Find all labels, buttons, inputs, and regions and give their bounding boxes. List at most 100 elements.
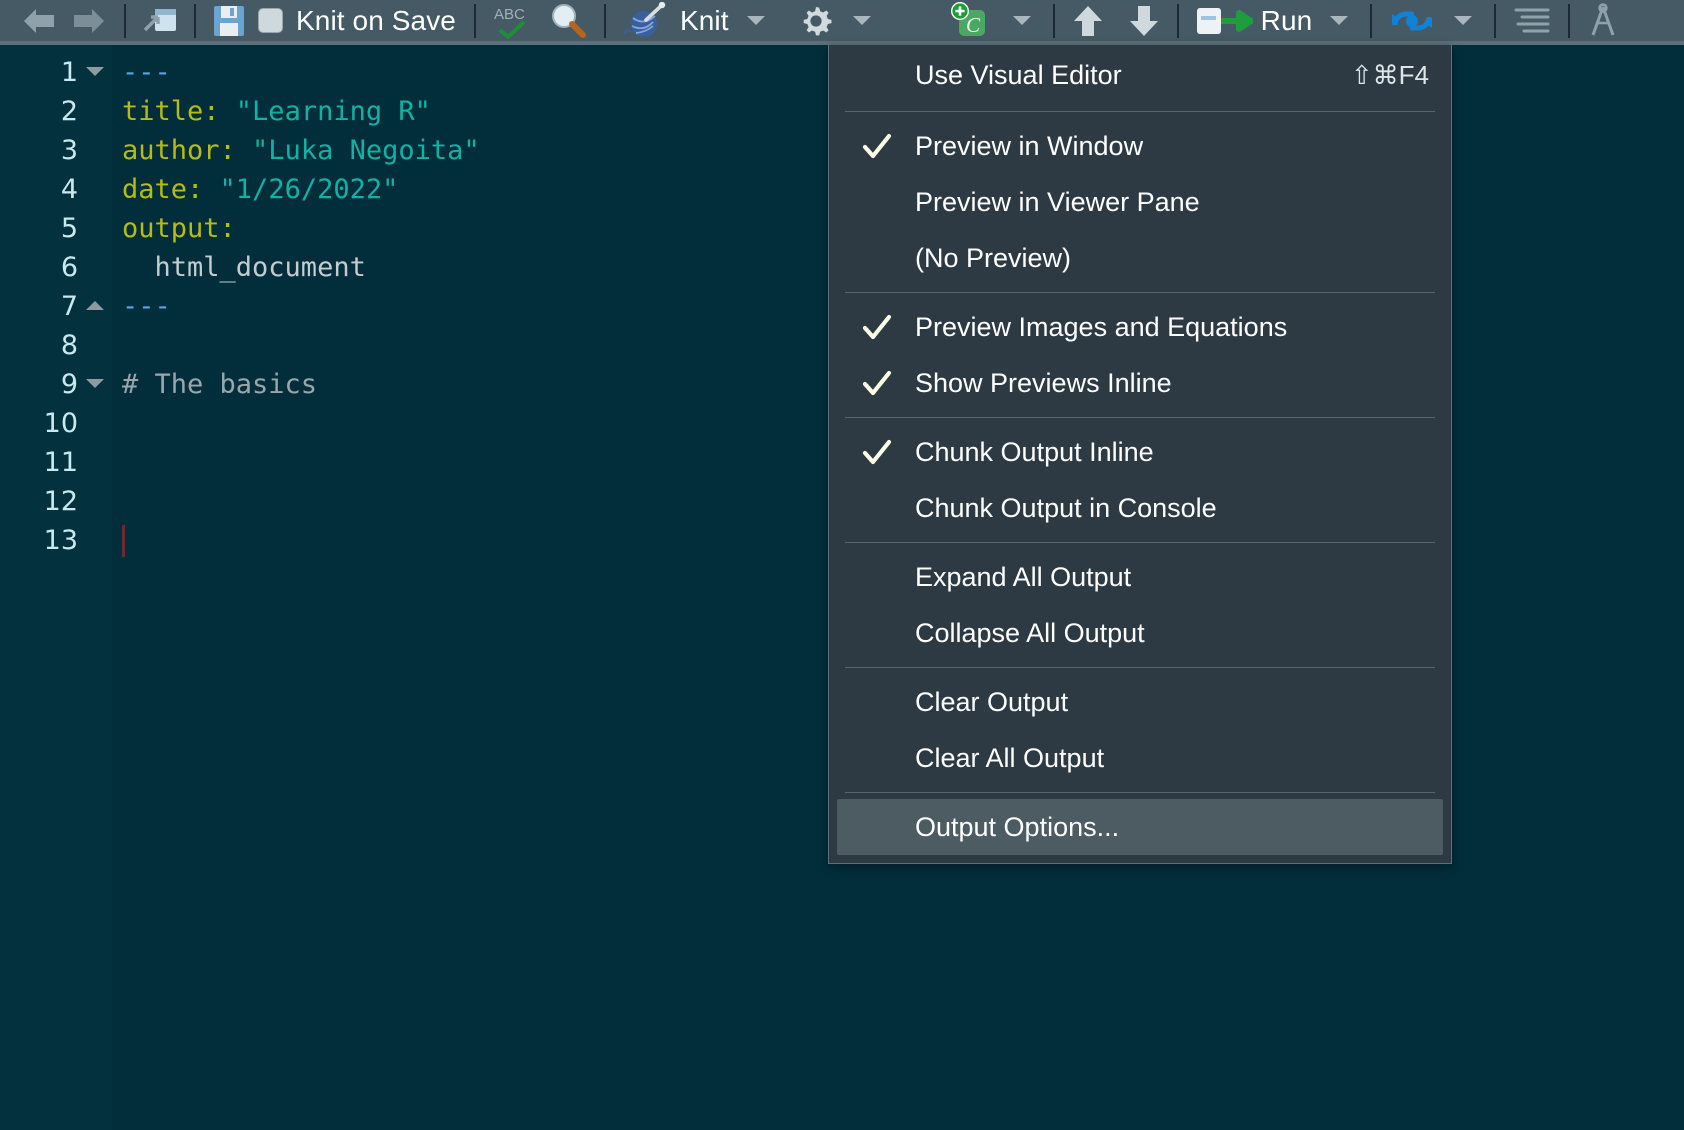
menu-item-output-options[interactable]: Output Options... [837, 799, 1443, 855]
menu-item-label: Collapse All Output [915, 618, 1429, 649]
menu-bottom-padding [829, 855, 1451, 863]
svg-text:C: C [966, 13, 981, 37]
menu-item-label: Preview in Viewer Pane [915, 187, 1429, 218]
menu-item-label: Clear All Output [915, 743, 1429, 774]
next-chunk-button[interactable] [1121, 2, 1167, 40]
abc-spellcheck-icon: ABC [492, 3, 536, 39]
line-number: 2 [0, 92, 78, 131]
code-text: html_document [122, 248, 366, 287]
menu-item-label: Chunk Output Inline [915, 437, 1429, 468]
insert-chunk-button[interactable]: C [939, 2, 1001, 40]
menu-item-label: Chunk Output in Console [915, 493, 1429, 524]
menu-item-label: Preview Images and Equations [915, 312, 1429, 343]
menu-separator [845, 111, 1435, 112]
menu-item-chunk-output-inline[interactable]: Chunk Output Inline [829, 424, 1451, 480]
line-number: 1 [0, 53, 78, 92]
toolbar-separator [124, 4, 126, 38]
code-text: # The basics [122, 365, 317, 404]
rerun-all-chunks-button[interactable] [1382, 2, 1442, 40]
line-number: 11 [0, 443, 78, 482]
knit-button[interactable]: Knit [616, 2, 735, 40]
code-token: date: [122, 174, 220, 205]
menu-item-label: Clear Output [915, 687, 1429, 718]
code-token: title: [122, 96, 236, 127]
toolbar-separator [194, 4, 196, 38]
svg-text:ABC: ABC [494, 6, 525, 23]
menu-item-shortcut: ⇧⌘F4 [1351, 60, 1429, 91]
spellcheck-button[interactable]: ABC [486, 2, 542, 40]
menu-item-collapse-all-output[interactable]: Collapse All Output [829, 605, 1451, 661]
code-token: output: [122, 213, 236, 244]
document-outline-button[interactable] [1506, 2, 1558, 40]
line-number: 3 [0, 131, 78, 170]
line-number: 7 [0, 287, 78, 326]
previous-chunk-button[interactable] [1065, 2, 1111, 40]
checkmark-icon [862, 312, 892, 342]
forward-button[interactable] [64, 2, 114, 40]
fold-collapse-icon[interactable] [86, 67, 104, 76]
line-number: 12 [0, 482, 78, 521]
toolbar-separator [604, 4, 606, 38]
rerun-all-chunks-icon [1388, 4, 1436, 38]
save-floppy-icon [212, 4, 246, 38]
code-token: --- [122, 57, 171, 88]
run-button[interactable]: Run [1189, 2, 1319, 40]
line-number: 13 [0, 521, 78, 560]
code-token: author: [122, 135, 252, 166]
line-number: 5 [0, 209, 78, 248]
editor-toolbar: Knit on Save ABC Knit [0, 0, 1684, 41]
arrow-left-icon [20, 7, 58, 35]
code-text: date: "1/26/2022" [122, 170, 398, 209]
find-button[interactable] [542, 2, 594, 40]
menu-item-label: Expand All Output [915, 562, 1429, 593]
gear-settings-dropdown-menu[interactable]: Use Visual Editor⇧⌘F4 Preview in Window Pr… [828, 45, 1452, 864]
gear-dropdown-caret-icon[interactable] [853, 16, 871, 25]
toolbar-separator [1053, 4, 1055, 38]
line-number: 10 [0, 404, 78, 443]
code-text: output: [122, 209, 236, 248]
menu-separator [845, 542, 1435, 543]
menu-separator [845, 417, 1435, 418]
toolbar-separator [474, 4, 476, 38]
code-text: author: "Luka Negoita" [122, 131, 480, 170]
line-number: 4 [0, 170, 78, 209]
menu-separator [845, 292, 1435, 293]
code-text: --- [122, 53, 171, 92]
back-button[interactable] [14, 2, 64, 40]
menu-separator [845, 792, 1435, 793]
menu-item-preview-in-viewer-pane[interactable]: Preview in Viewer Pane [829, 174, 1451, 230]
rerun-dropdown-caret-icon[interactable] [1454, 16, 1472, 25]
fold-collapse-icon[interactable] [86, 379, 104, 388]
fold-expand-icon[interactable] [86, 301, 104, 310]
run-dropdown-caret-icon[interactable] [1330, 16, 1348, 25]
checkmark-icon [862, 131, 892, 161]
arrow-down-icon [1127, 4, 1161, 38]
menu-item-preview-images-and-equations[interactable]: Preview Images and Equations [829, 299, 1451, 355]
menu-item-use-visual-editor[interactable]: Use Visual Editor⇧⌘F4 [829, 45, 1451, 105]
menu-item-label: (No Preview) [915, 243, 1429, 274]
menu-item-clear-output[interactable]: Clear Output [829, 674, 1451, 730]
code-token: # The basics [122, 369, 317, 400]
gear-settings-button[interactable] [791, 2, 841, 40]
compass-button[interactable] [1580, 2, 1626, 40]
checkbox-box[interactable] [258, 8, 283, 33]
menu-separator [845, 667, 1435, 668]
menu-item-show-previews-inline[interactable]: Show Previews Inline [829, 355, 1451, 411]
run-label: Run [1261, 5, 1313, 37]
insert-dropdown-caret-icon[interactable] [1013, 16, 1031, 25]
toolbar-separator [1370, 4, 1372, 38]
run-icon [1195, 4, 1253, 38]
save-button[interactable] [206, 2, 252, 40]
knit-dropdown-caret-icon[interactable] [747, 16, 765, 25]
magnifier-icon [548, 2, 588, 40]
menu-item-chunk-output-in-console[interactable]: Chunk Output in Console [829, 480, 1451, 536]
code-text: title: "Learning R" [122, 92, 431, 131]
menu-item-no-preview[interactable]: (No Preview) [829, 230, 1451, 286]
menu-item-clear-all-output[interactable]: Clear All Output [829, 730, 1451, 786]
yarn-ball-icon [622, 2, 670, 40]
arrow-right-icon [70, 7, 108, 35]
menu-item-preview-in-window[interactable]: Preview in Window [829, 118, 1451, 174]
menu-item-expand-all-output[interactable]: Expand All Output [829, 549, 1451, 605]
knit-on-save-checkbox[interactable]: Knit on Save [258, 5, 456, 37]
show-in-new-window-button[interactable] [136, 2, 184, 40]
